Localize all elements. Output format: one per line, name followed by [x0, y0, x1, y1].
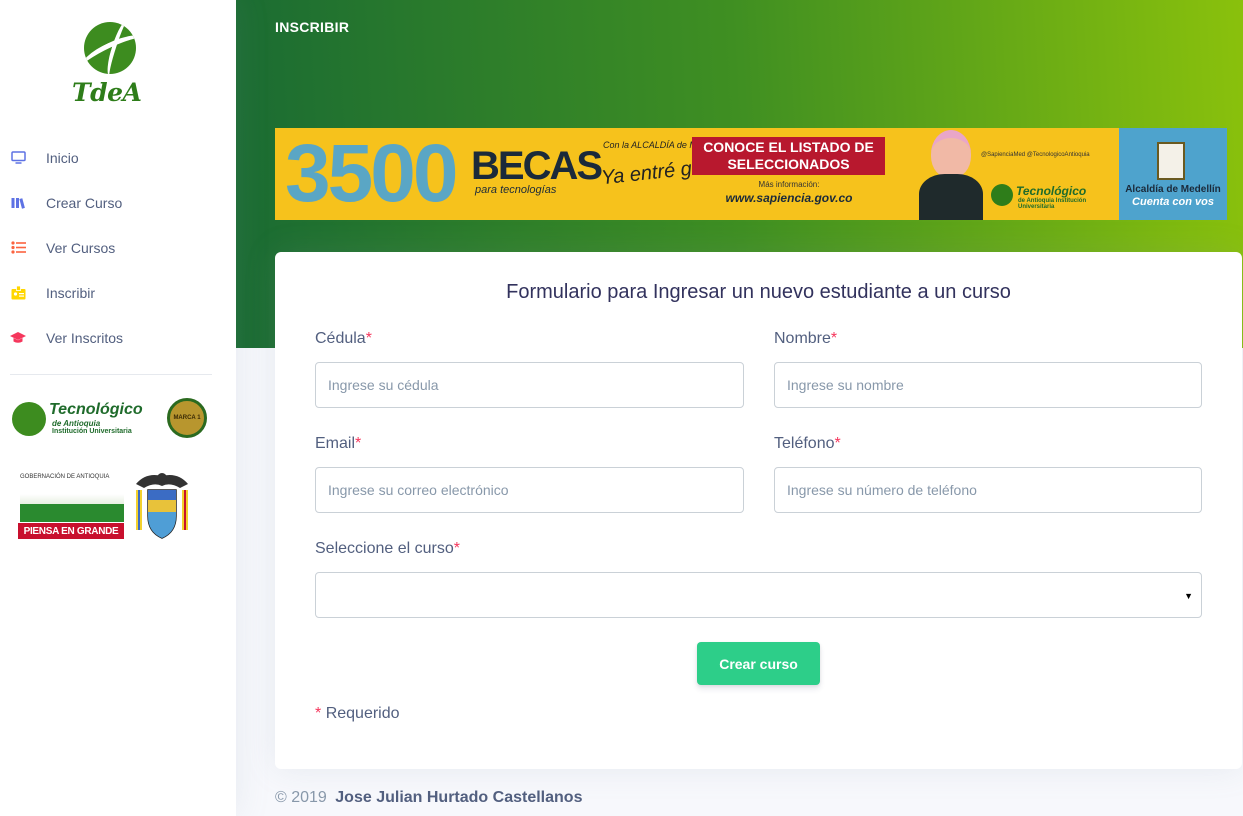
- footer: © 2019 Jose Julian Hurtado Castellanos: [275, 789, 582, 807]
- email-label: Email*: [315, 435, 362, 452]
- tecnologico-antioquia-logo: Tecnológico de Antioquia Institución Uni…: [12, 398, 212, 442]
- footer-copyright: © 2019: [275, 789, 327, 806]
- footer-author[interactable]: Jose Julian Hurtado Castellanos: [335, 789, 582, 806]
- gobernacion-title: GOBERNACIÓN DE ANTIOQUIA: [20, 474, 110, 480]
- banner-tecnologico-icon: [991, 184, 1013, 206]
- telefono-label: Teléfono*: [774, 435, 841, 452]
- sidebar-item-inscribir[interactable]: Inscribir: [0, 270, 236, 315]
- curso-label: Seleccione el curso*: [315, 540, 460, 557]
- form-card: Formulario para Ingresar un nuevo estudi…: [275, 252, 1242, 769]
- tdea-logo-ball-icon: [84, 22, 136, 74]
- sidebar: TdeA Inicio Crear Curso Ver Cursos Inscr…: [0, 0, 236, 816]
- banner-person-body: [919, 174, 983, 220]
- tecnologico-sub: de Antioquia: [52, 419, 101, 428]
- sidebar-item-ver-inscritos[interactable]: Ver Inscritos: [0, 315, 236, 360]
- sidebar-item-label: Ver Inscritos: [46, 329, 124, 346]
- tdea-logo[interactable]: TdeA: [70, 22, 154, 108]
- crear-curso-button[interactable]: Crear curso: [697, 642, 820, 685]
- books-icon: [10, 195, 26, 211]
- email-group: Email*: [315, 435, 744, 513]
- banner-alcaldia-logo: Alcaldía de Medellín Cuenta con vos: [1119, 128, 1227, 220]
- monitor-icon: [10, 150, 26, 166]
- gobernacion-antioquia-logo: GOBERNACIÓN DE ANTIOQUIA PIENSA EN GRAND…: [18, 464, 203, 546]
- banner-cta: CONOCE EL LISTADO DE SELECCIONADOS: [692, 137, 885, 175]
- banner-becas: BECAS: [471, 144, 603, 188]
- tdea-logo-text: TdeA: [72, 78, 142, 107]
- gobernacion-slogan: PIENSA EN GRANDE: [18, 523, 124, 539]
- required-mark: *: [834, 435, 841, 452]
- cedula-label: Cédula*: [315, 330, 372, 347]
- banner-alcaldia-title: Alcaldía de Medellín: [1125, 184, 1221, 195]
- tecnologico-sub2: Institución Universitaria: [52, 428, 132, 435]
- cedula-input[interactable]: [315, 362, 744, 408]
- sidebar-divider: [10, 374, 212, 375]
- sidebar-item-ver-cursos[interactable]: Ver Cursos: [0, 225, 236, 270]
- form-title: Formulario para Ingresar un nuevo estudi…: [506, 281, 1011, 303]
- tecnologico-title: Tecnológico: [49, 401, 143, 418]
- sidebar-nav: Inicio Crear Curso Ver Cursos Inscribir …: [0, 135, 236, 360]
- promo-banner[interactable]: 3500 BECAS para tecnologías Con la ALCAL…: [275, 128, 1227, 220]
- curso-select[interactable]: ▼: [315, 572, 1202, 618]
- nombre-input[interactable]: [774, 362, 1202, 408]
- banner-tec-title: Tecnológico: [1016, 184, 1087, 198]
- banner-tec-sub: de Antioquia Institución Universitaria: [1018, 198, 1087, 210]
- sidebar-item-label: Inscribir: [46, 284, 96, 301]
- page-title: INSCRIBIR: [275, 19, 350, 35]
- required-mark: *: [365, 330, 372, 347]
- required-mark: *: [315, 705, 322, 722]
- banner-url: www.sapiencia.gov.co: [725, 191, 853, 205]
- banner-number: 3500: [285, 128, 458, 219]
- tecnologico-ball-icon: [12, 402, 46, 436]
- colombia-coat-of-arms-icon: [136, 473, 188, 539]
- telefono-group: Teléfono*: [774, 435, 1202, 513]
- nombre-group: Nombre*: [774, 330, 1202, 408]
- graduation-cap-icon: [10, 330, 26, 346]
- required-mark: *: [453, 540, 460, 557]
- telefono-input[interactable]: [774, 467, 1202, 513]
- banner-tecnologico-logo: Tecnológico de Antioquia Institución Uni…: [991, 183, 1111, 211]
- antioquia-flag-icon: [20, 484, 124, 522]
- sidebar-item-label: Inicio: [46, 149, 79, 166]
- email-input[interactable]: [315, 467, 744, 513]
- nombre-label: Nombre*: [774, 330, 838, 347]
- sidebar-item-label: Ver Cursos: [46, 239, 116, 256]
- sidebar-item-crear-curso[interactable]: Crear Curso: [0, 180, 236, 225]
- sidebar-item-label: Crear Curso: [46, 194, 123, 211]
- banner-social: @SapienciaMed @TecnologicoAntioquia: [981, 152, 1090, 158]
- banner-person-head: [931, 130, 971, 178]
- chevron-down-icon: ▼: [1184, 591, 1193, 601]
- banner-person-image: [915, 128, 985, 220]
- required-mark: *: [355, 435, 362, 452]
- list-icon: [10, 240, 26, 256]
- sidebar-item-inicio[interactable]: Inicio: [0, 135, 236, 180]
- banner-info: Más información:: [758, 180, 820, 189]
- curso-group: Seleccione el curso* ▼: [315, 540, 1202, 618]
- required-note: * Requerido: [315, 705, 400, 722]
- required-mark: *: [830, 330, 838, 347]
- banner-alcaldia-slogan: Cuenta con vos: [1132, 196, 1214, 208]
- marca-seal: MARCA 1: [167, 398, 207, 438]
- badge-icon: [10, 285, 26, 301]
- medellin-crest-icon: [1157, 142, 1185, 180]
- banner-para: para tecnologías: [475, 184, 557, 196]
- cedula-group: Cédula*: [315, 330, 744, 408]
